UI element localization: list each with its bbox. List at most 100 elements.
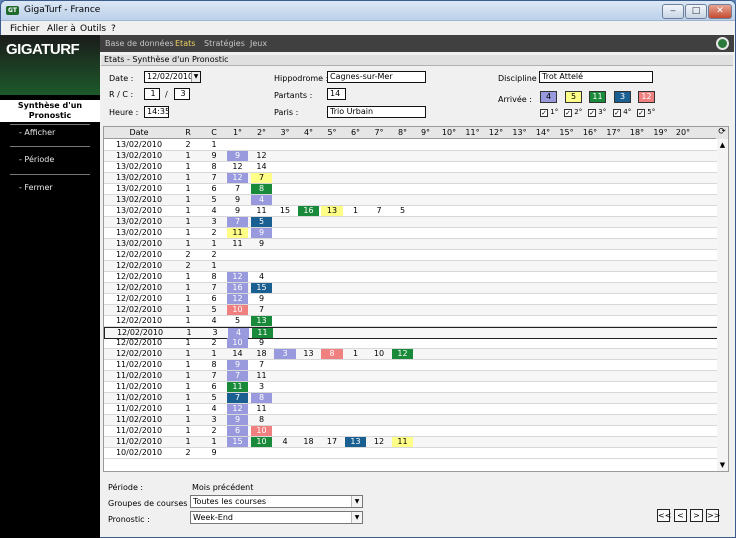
- scroll-up-icon[interactable]: ▲: [718, 141, 727, 150]
- cell-date: 11/02/2010: [115, 437, 163, 446]
- table-row[interactable]: 11/02/2010 1 1 15 10 4 18 17 13 12 11: [104, 437, 718, 448]
- column-header[interactable]: 5°: [320, 128, 344, 137]
- table-row[interactable]: 11/02/2010 1 4 12 11: [104, 404, 718, 415]
- results-table[interactable]: Date R C 1° 2° 3° 4° 5° 6° 7° 8° 9° 10° 11° 12° 13° 14° 1…: [103, 126, 729, 472]
- column-header[interactable]: 8°: [391, 128, 414, 137]
- arrivee-check-5[interactable]: ✓ 5°: [637, 108, 655, 117]
- table-row[interactable]: 12/02/2010 1 6 12 9: [104, 294, 718, 305]
- table-row[interactable]: 11/02/2010 1 5 7 8: [104, 393, 718, 404]
- table-row[interactable]: 13/02/2010 1 3 7 5: [104, 217, 718, 228]
- next-page-button[interactable]: >: [690, 509, 703, 522]
- tab-etats[interactable]: Etats: [175, 39, 195, 48]
- arrivee-check-4[interactable]: ✓ 4°: [613, 108, 631, 117]
- table-row[interactable]: 12/02/2010 1 1 14 18 3 13 8 1 10 12: [104, 349, 718, 360]
- tab-base-de-donnees[interactable]: Base de données: [105, 39, 174, 48]
- table-row[interactable]: 13/02/2010 2 1: [104, 140, 718, 151]
- table-row[interactable]: 13/02/2010 1 8 12 14: [104, 162, 718, 173]
- table-row[interactable]: 13/02/2010 1 1 11 9: [104, 239, 718, 250]
- column-header[interactable]: C: [202, 128, 226, 137]
- column-header[interactable]: 1°: [226, 128, 249, 137]
- first-page-button[interactable]: <<: [657, 509, 671, 522]
- column-header[interactable]: 12°: [484, 128, 508, 137]
- table-row[interactable]: 13/02/2010 1 5 9 4: [104, 195, 718, 206]
- table-row[interactable]: 11/02/2010 1 6 11 3: [104, 382, 718, 393]
- column-header[interactable]: 16°: [578, 128, 602, 137]
- menu-outils[interactable]: Outils: [80, 24, 106, 34]
- column-header[interactable]: 9°: [414, 128, 437, 137]
- tab-jeux[interactable]: Jeux: [250, 39, 267, 48]
- table-row[interactable]: 12/02/2010 1 4 5 13: [104, 316, 718, 327]
- discipline-field[interactable]: Trot Attelé: [539, 71, 653, 83]
- maximize-button[interactable]: □: [685, 4, 707, 19]
- heure-field[interactable]: 14:35: [144, 106, 169, 118]
- table-row[interactable]: 10/02/2010 2 9: [104, 448, 718, 459]
- table-row[interactable]: 11/02/2010 1 8 9 7: [104, 360, 718, 371]
- r-field[interactable]: 1: [144, 88, 160, 100]
- cell-date: 12/02/2010: [115, 349, 163, 358]
- column-header[interactable]: 10°: [437, 128, 461, 137]
- table-row[interactable]: 12/02/2010 1 7 16 15: [104, 283, 718, 294]
- table-row[interactable]: 12/02/2010 2 2: [104, 250, 718, 261]
- vertical-scrollbar[interactable]: ▲ ▼: [717, 139, 728, 471]
- menu-fichier[interactable]: Fichier: [10, 24, 39, 34]
- tab-strategies[interactable]: Stratégies: [204, 39, 245, 48]
- column-header[interactable]: R: [174, 128, 202, 137]
- prev-page-button[interactable]: <: [674, 509, 687, 522]
- column-header[interactable]: 14°: [531, 128, 555, 137]
- refresh-icon[interactable]: ⟳: [716, 127, 728, 139]
- sidebar-item-afficher[interactable]: - Afficher: [19, 128, 55, 137]
- column-header[interactable]: 19°: [649, 128, 672, 137]
- column-header[interactable]: 15°: [555, 128, 578, 137]
- cell-r: 1: [185, 437, 191, 446]
- paris-field[interactable]: Trio Urbain: [327, 106, 426, 118]
- sidebar-item-periode[interactable]: - Période: [19, 155, 54, 164]
- arrivee-check-3[interactable]: ✓ 3°: [588, 108, 606, 117]
- column-header[interactable]: Date: [104, 128, 174, 137]
- column-header[interactable]: 4°: [297, 128, 320, 137]
- table-row[interactable]: 13/02/2010 1 4 9 11 15 16 13 1 7 5: [104, 206, 718, 217]
- column-header[interactable]: 6°: [344, 128, 367, 137]
- minimize-button[interactable]: ‒: [662, 4, 684, 19]
- column-header[interactable]: 20°: [672, 128, 694, 137]
- chevron-down-icon[interactable]: ▼: [351, 496, 362, 507]
- c-field[interactable]: 3: [174, 88, 190, 100]
- table-row[interactable]: 11/02/2010 1 3 9 8: [104, 415, 718, 426]
- table-row[interactable]: 12/02/2010 1 5 10 7: [104, 305, 718, 316]
- table-row[interactable]: 11/02/2010 1 7 7 11: [104, 371, 718, 382]
- column-header[interactable]: 2°: [250, 128, 273, 137]
- table-row[interactable]: 11/02/2010 1 2 6 10: [104, 426, 718, 437]
- table-row[interactable]: 12/02/2010 1 2 10 9: [104, 338, 718, 349]
- close-button[interactable]: ✕: [708, 4, 732, 19]
- last-page-button[interactable]: >>: [706, 509, 720, 522]
- date-field[interactable]: 12/02/2010 ▼: [144, 71, 201, 83]
- column-header[interactable]: 7°: [367, 128, 391, 137]
- hippodrome-field[interactable]: Cagnes-sur-Mer: [327, 71, 426, 83]
- sidebar-item-synthese[interactable]: Synthèse d'un Pronostic: [0, 100, 100, 122]
- table-row[interactable]: 12/02/2010 2 1: [104, 261, 718, 272]
- chevron-down-icon[interactable]: ▼: [191, 72, 200, 82]
- table-row[interactable]: 13/02/2010 1 7 12 7: [104, 173, 718, 184]
- sidebar-item-fermer[interactable]: - Fermer: [19, 183, 53, 192]
- menu-help[interactable]: ?: [111, 24, 116, 34]
- column-header[interactable]: 11°: [461, 128, 484, 137]
- table-row[interactable]: 13/02/2010 1 2 11 9: [104, 228, 718, 239]
- table-row[interactable]: 12/02/2010 1 8 12 4: [104, 272, 718, 283]
- arrivee-check-1[interactable]: ✓ 1°: [540, 108, 558, 117]
- pronostic-select[interactable]: Week-End ▼: [190, 511, 363, 524]
- menu-aller-a[interactable]: Aller à: [47, 24, 76, 34]
- column-header[interactable]: 13°: [508, 128, 531, 137]
- groupes-select[interactable]: Toutes les courses ▼: [190, 495, 363, 508]
- arrivee-check-2[interactable]: ✓ 2°: [564, 108, 582, 117]
- scroll-down-icon[interactable]: ▼: [718, 461, 727, 470]
- column-header[interactable]: 3°: [273, 128, 297, 137]
- cell-place: 14: [256, 162, 267, 171]
- column-header[interactable]: 18°: [625, 128, 649, 137]
- column-header[interactable]: 17°: [602, 128, 625, 137]
- cell-date: 11/02/2010: [115, 371, 163, 380]
- table-row[interactable]: 13/02/2010 1 9 9 12: [104, 151, 718, 162]
- chevron-down-icon[interactable]: ▼: [351, 512, 362, 523]
- globe-icon[interactable]: [716, 37, 729, 50]
- cell-place: 13: [321, 206, 343, 216]
- table-row[interactable]: 13/02/2010 1 6 7 8: [104, 184, 718, 195]
- partants-field[interactable]: 14: [327, 88, 346, 100]
